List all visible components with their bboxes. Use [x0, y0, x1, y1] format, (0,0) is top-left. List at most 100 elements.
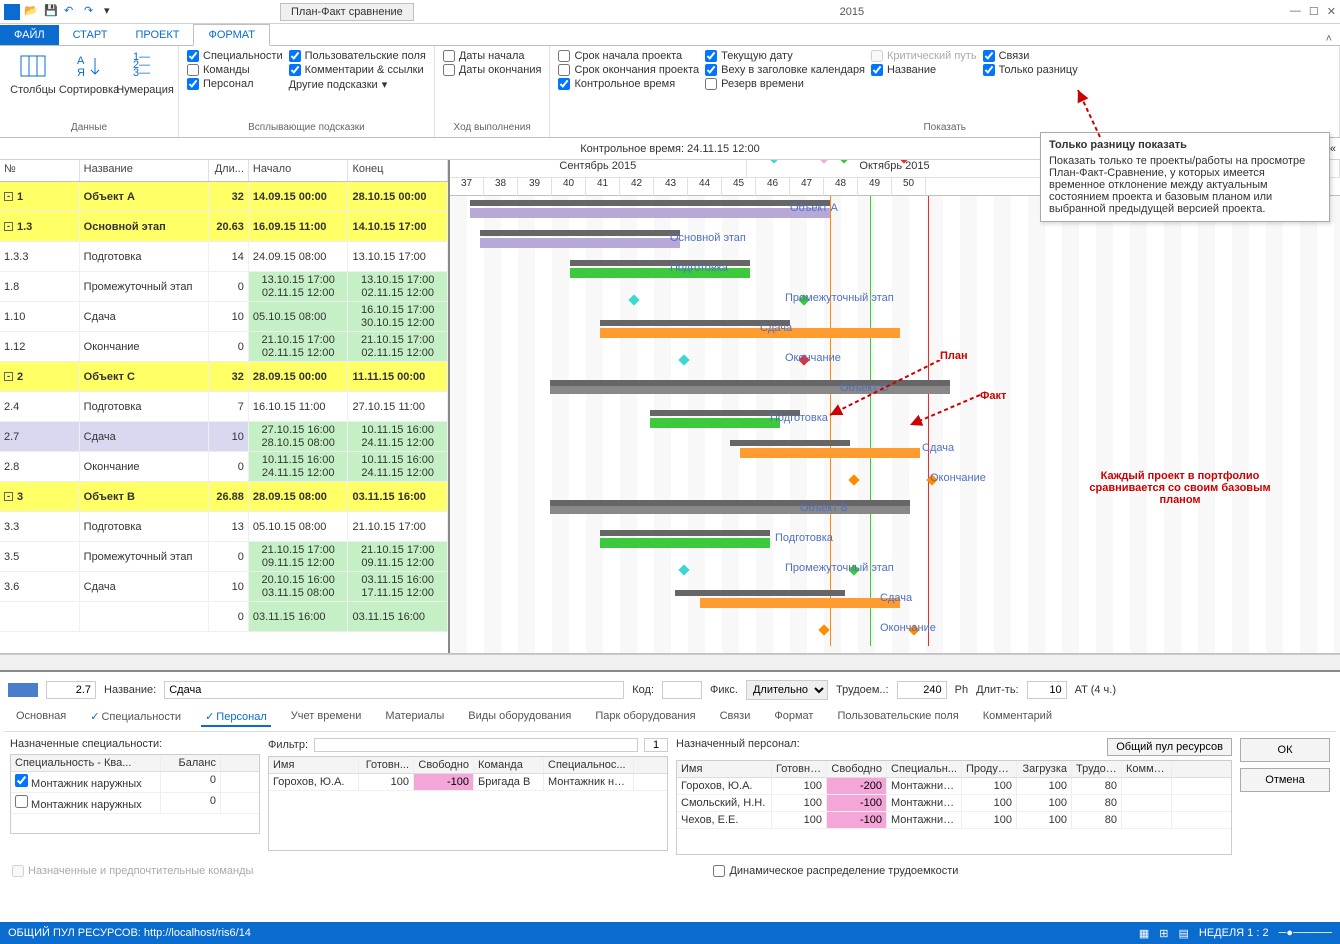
- gantt-row[interactable]: Подготовка: [450, 256, 1340, 286]
- zoom-slider[interactable]: ─●─────: [1279, 927, 1332, 939]
- table-row[interactable]: 2.7Сдача1027.10.15 16:0028.10.15 08:0010…: [0, 422, 448, 452]
- task-code-field[interactable]: [662, 681, 702, 699]
- shared-pool-button[interactable]: Общий пул ресурсов: [1107, 738, 1232, 756]
- tab-file[interactable]: ФАЙЛ: [0, 25, 59, 45]
- sort-button[interactable]: AЯ Сортировка: [64, 50, 114, 120]
- control-time-text: Контрольное время: 24.11.15 12:00: [580, 143, 759, 155]
- columns-button[interactable]: Столбцы: [8, 50, 58, 120]
- chk-comments[interactable]: Комментарии & ссылки: [289, 64, 426, 76]
- details-tab[interactable]: Материалы: [381, 708, 448, 727]
- gantt-row[interactable]: Подготовка: [450, 526, 1340, 556]
- table-row[interactable]: 1.12Окончание021.10.15 17:0002.11.15 12:…: [0, 332, 448, 362]
- chk-personnel[interactable]: Персонал: [187, 78, 283, 90]
- effort-field[interactable]: [897, 681, 947, 699]
- table-row[interactable]: 3.3Подготовка1305.10.15 08:0021.10.15 17…: [0, 512, 448, 542]
- col-start[interactable]: Начало: [249, 160, 349, 181]
- tab-format[interactable]: ФОРМАТ: [193, 24, 270, 46]
- details-tab[interactable]: Виды оборудования: [464, 708, 575, 727]
- gantt-row[interactable]: Сдача: [450, 316, 1340, 346]
- chk-name[interactable]: Название: [871, 64, 977, 76]
- details-tab[interactable]: Основная: [12, 708, 70, 727]
- open-icon[interactable]: 📂: [24, 4, 40, 20]
- chk-userfields[interactable]: Пользовательские поля: [289, 50, 426, 62]
- maximize-icon[interactable]: ☐: [1309, 5, 1319, 18]
- table-row[interactable]: -1Объект А3214.09.15 00:0028.10.15 00:00: [0, 182, 448, 212]
- task-id-field[interactable]: [46, 681, 96, 699]
- assigned-grid[interactable]: Имя Готовно... Свободно Специальн... Про…: [676, 760, 1232, 855]
- gantt-row[interactable]: Промежуточный этап: [450, 286, 1340, 316]
- close-icon[interactable]: ✕: [1327, 5, 1336, 18]
- left-panel-title: Назначенные специальности:: [10, 738, 260, 750]
- details-tab[interactable]: Связи: [716, 708, 755, 727]
- col-name[interactable]: Название: [80, 160, 209, 181]
- chk-specialties[interactable]: Специальности: [187, 50, 283, 62]
- tab-start[interactable]: СТАРТ: [59, 25, 122, 45]
- chk-control-time[interactable]: Контрольное время: [558, 78, 699, 90]
- table-row[interactable]: 1.8Промежуточный этап013.10.15 17:0002.1…: [0, 272, 448, 302]
- chk-current-date[interactable]: Текущую дату: [705, 50, 865, 62]
- gantt-row[interactable]: Окончание: [450, 616, 1340, 646]
- chk-only-diff[interactable]: Только разницу: [983, 64, 1078, 76]
- table-row[interactable]: 003.11.15 16:0003.11.15 16:00: [0, 602, 448, 632]
- ok-button[interactable]: ОК: [1240, 738, 1330, 762]
- chk-dynamic-effort[interactable]: Динамическое распределение трудоемкости: [713, 865, 958, 877]
- status-icon[interactable]: ⊞: [1159, 927, 1168, 940]
- chk-links[interactable]: Связи: [983, 50, 1078, 62]
- details-tab[interactable]: ✓Специальности: [86, 708, 185, 727]
- qat-dropdown-icon[interactable]: ▾: [104, 4, 120, 20]
- details-tab[interactable]: Формат: [770, 708, 817, 727]
- redo-icon[interactable]: ↷: [84, 4, 100, 20]
- details-tab[interactable]: Комментарий: [979, 708, 1056, 727]
- task-color-swatch: [8, 683, 38, 697]
- details-tab[interactable]: ✓Персонал: [201, 708, 271, 727]
- table-row[interactable]: 1.3.3Подготовка1424.09.15 08:0013.10.15 …: [0, 242, 448, 272]
- collapse-left-icon[interactable]: «: [1330, 143, 1336, 155]
- chk-proj-end[interactable]: Срок окончания проекта: [558, 64, 699, 76]
- minimize-icon[interactable]: —: [1290, 5, 1301, 18]
- col-dur[interactable]: Дли...: [209, 160, 249, 181]
- horizontal-scrollbar[interactable]: [0, 654, 1340, 670]
- table-row[interactable]: 3.5Промежуточный этап021.10.15 17:0009.1…: [0, 542, 448, 572]
- filter-count[interactable]: [644, 738, 668, 752]
- gantt-row[interactable]: Промежуточный этап: [450, 556, 1340, 586]
- chk-teams[interactable]: Команды: [187, 64, 283, 76]
- dur-field[interactable]: [1027, 681, 1067, 699]
- effort-label: Трудоем..:: [836, 684, 889, 696]
- fix-select[interactable]: Длительно: [746, 680, 828, 700]
- gantt-row[interactable]: Сдача: [450, 586, 1340, 616]
- gantt-chart[interactable]: Сентябрь 2015Октябрь 2015Ноябрь 2015 373…: [450, 160, 1340, 653]
- chk-start-dates[interactable]: Даты начала: [443, 50, 542, 62]
- chk-milestone-cal[interactable]: Веху в заголовке календаря: [705, 64, 865, 76]
- task-grid[interactable]: № Название Дли... Начало Конец -1Объект …: [0, 160, 450, 653]
- col-no[interactable]: №: [0, 160, 80, 181]
- gantt-row[interactable]: Основной этап: [450, 226, 1340, 256]
- undo-icon[interactable]: ↶: [64, 4, 80, 20]
- chk-proj-start[interactable]: Срок начала проекта: [558, 50, 699, 62]
- table-row[interactable]: 2.8Окончание010.11.15 16:0024.11.15 12:0…: [0, 452, 448, 482]
- table-row[interactable]: 3.6Сдача1020.10.15 16:0003.11.15 08:0003…: [0, 572, 448, 602]
- cancel-button[interactable]: Отмена: [1240, 768, 1330, 792]
- table-row[interactable]: 1.10Сдача1005.10.15 08:0016.10.15 17:003…: [0, 302, 448, 332]
- other-hints-dropdown[interactable]: Другие подсказки ▾: [289, 78, 426, 91]
- status-icon[interactable]: ▦: [1139, 927, 1149, 940]
- ribbon-collapse-icon[interactable]: ˄: [1318, 33, 1340, 45]
- numbering-button[interactable]: 1—2—3— Нумерация: [120, 50, 170, 120]
- table-row[interactable]: 2.4Подготовка716.10.15 11:0027.10.15 11:…: [0, 392, 448, 422]
- details-tab[interactable]: Учет времени: [287, 708, 366, 727]
- table-row[interactable]: -3Объект В26.8828.09.15 08:0003.11.15 16…: [0, 482, 448, 512]
- chk-end-dates[interactable]: Даты окончания: [443, 64, 542, 76]
- tab-project[interactable]: ПРОЕКТ: [121, 25, 193, 45]
- save-icon[interactable]: 💾: [44, 4, 60, 20]
- chk-time-reserve[interactable]: Резерв времени: [705, 78, 865, 90]
- specialties-grid[interactable]: Специальность - Ква... Баланс Монтажник …: [10, 754, 260, 834]
- table-row[interactable]: -1.3Основной этап20.6316.09.15 11:0014.1…: [0, 212, 448, 242]
- table-row[interactable]: -2Объект С3228.09.15 00:0011.11.15 00:00: [0, 362, 448, 392]
- filter-input[interactable]: [314, 738, 638, 752]
- task-name-field[interactable]: [164, 681, 624, 699]
- col-end[interactable]: Конец: [348, 160, 448, 181]
- status-icon[interactable]: ▤: [1178, 927, 1188, 940]
- gantt-row[interactable]: Сдача: [450, 436, 1340, 466]
- details-tab[interactable]: Пользовательские поля: [833, 708, 962, 727]
- details-tab[interactable]: Парк оборудования: [591, 708, 699, 727]
- available-grid[interactable]: Имя Готовн... Свободно Команда Специальн…: [268, 756, 668, 851]
